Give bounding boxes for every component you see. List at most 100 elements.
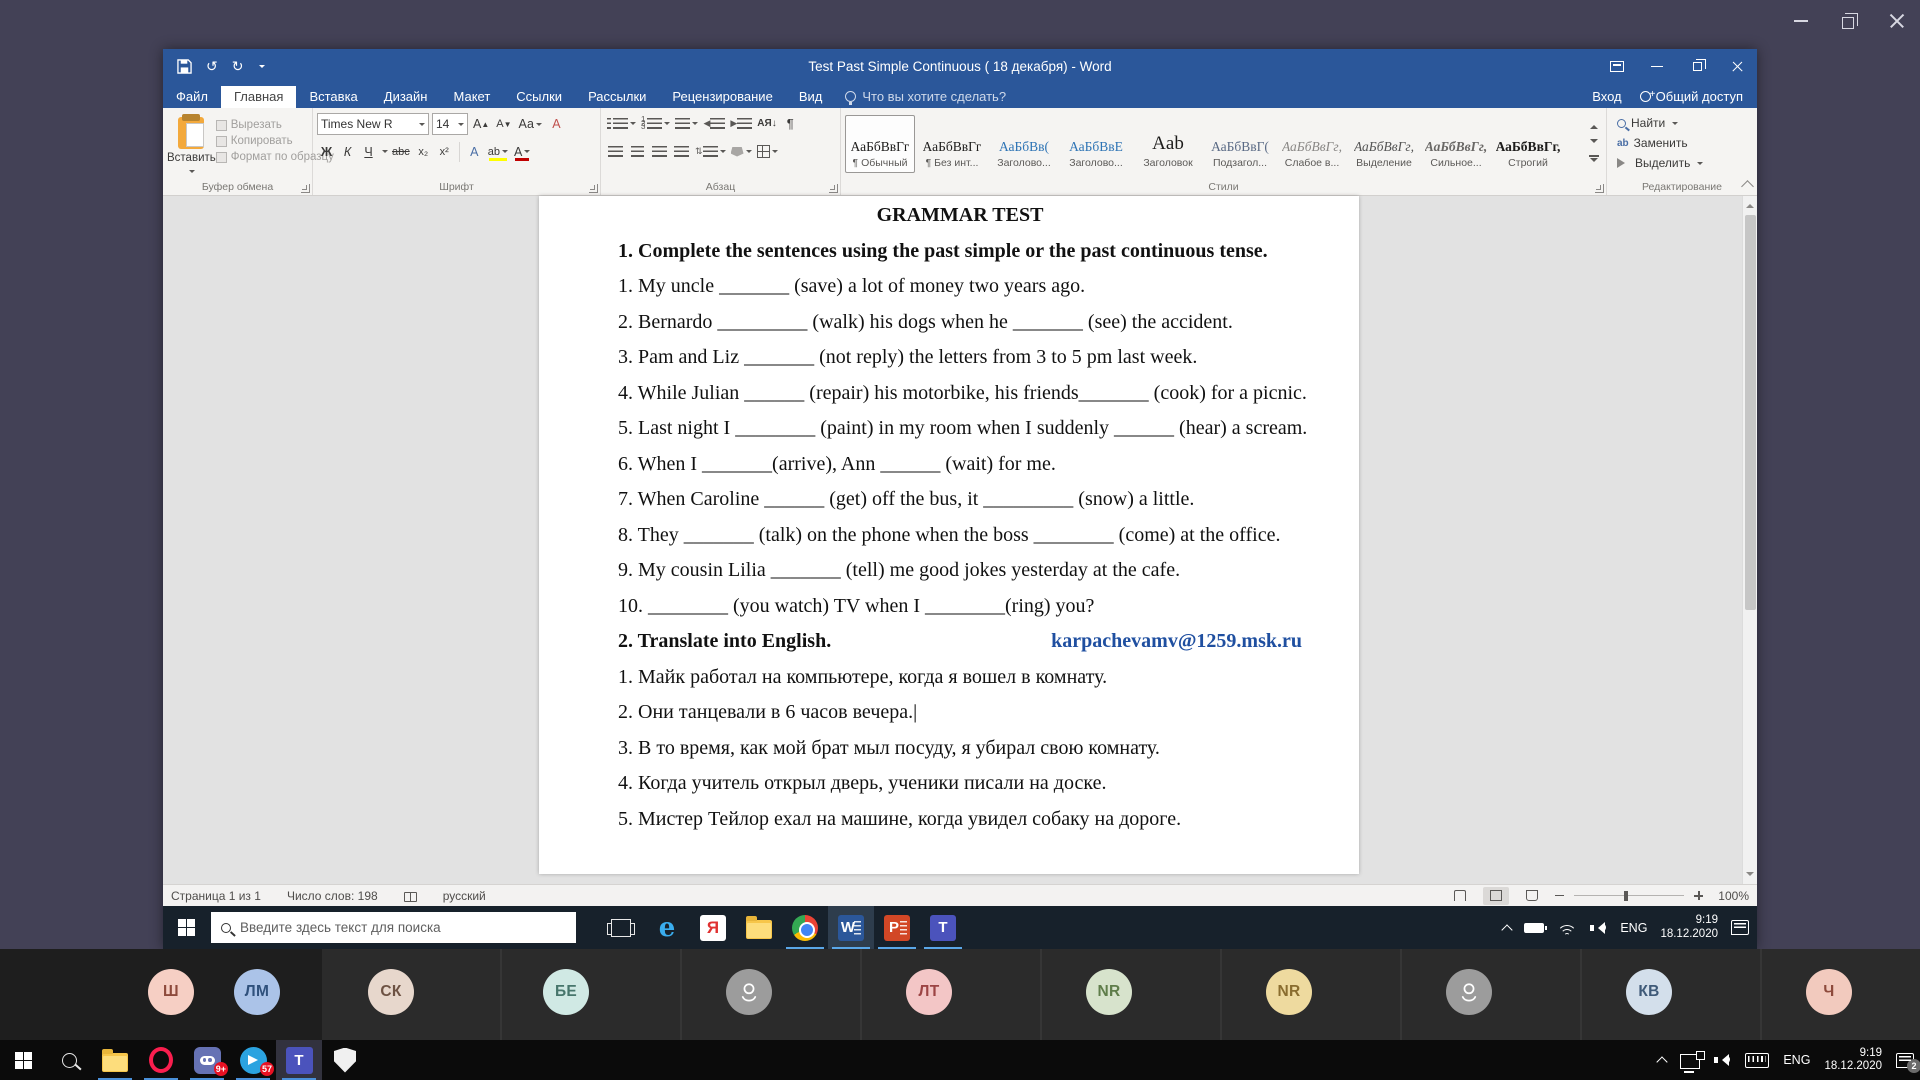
- participant[interactable]: [726, 969, 772, 1015]
- word-close-button[interactable]: [1717, 49, 1757, 84]
- defender-taskbar-button[interactable]: [322, 1040, 368, 1080]
- shared-start-button[interactable]: [163, 906, 209, 949]
- teams-taskbar-button[interactable]: T: [920, 906, 966, 949]
- notification-center-icon[interactable]: 2: [1896, 1052, 1920, 1073]
- task-view-button[interactable]: [598, 906, 644, 949]
- style-chip[interactable]: АаБбВвГг, Выделение: [1349, 115, 1419, 173]
- participant[interactable]: Ш: [148, 969, 194, 1015]
- battery-icon[interactable]: [1524, 922, 1548, 933]
- opera-taskbar-button[interactable]: [138, 1040, 184, 1080]
- undo-icon[interactable]: ↺: [206, 58, 218, 75]
- participant[interactable]: БЕ: [543, 969, 589, 1015]
- scrollbar-thumb[interactable]: [1745, 215, 1756, 610]
- font-size-combobox[interactable]: 14: [432, 113, 468, 135]
- multilevel-list-button[interactable]: [673, 113, 700, 134]
- select-button[interactable]: Выделить: [1611, 153, 1753, 173]
- style-chip[interactable]: АаБбВв( Заголово...: [989, 115, 1059, 173]
- outer-close-button[interactable]: [1884, 10, 1910, 32]
- redo-icon[interactable]: ↻: [232, 58, 244, 75]
- clear-formatting-button[interactable]: А: [547, 114, 566, 135]
- document-page[interactable]: GRAMMAR TEST 1. Complete the sentences u…: [539, 196, 1359, 874]
- sort-button[interactable]: АЯ↓: [755, 113, 778, 134]
- paste-button[interactable]: Вставить: [167, 113, 216, 177]
- ribbon-tab[interactable]: Дизайн: [371, 86, 441, 108]
- borders-button[interactable]: [755, 141, 780, 162]
- find-button[interactable]: Найти: [1611, 113, 1753, 133]
- ribbon-tab[interactable]: Макет: [440, 86, 503, 108]
- zoom-out-button[interactable]: [1555, 894, 1564, 897]
- clipboard-dialog-launcher[interactable]: [301, 184, 310, 193]
- show-marks-button[interactable]: ¶: [780, 113, 801, 134]
- keyboard-icon[interactable]: [1745, 1052, 1770, 1068]
- word-minimize-button[interactable]: [1637, 49, 1677, 84]
- line-spacing-button[interactable]: ⇅: [693, 141, 728, 162]
- outer-restore-button[interactable]: [1836, 10, 1862, 32]
- telegram-taskbar-button[interactable]: 57: [230, 1040, 276, 1080]
- participant[interactable]: NR: [1086, 969, 1132, 1015]
- bullets-button[interactable]: [605, 113, 638, 134]
- participant[interactable]: Ч: [1806, 969, 1852, 1015]
- paragraph-dialog-launcher[interactable]: [829, 184, 838, 193]
- zoom-slider[interactable]: [1574, 890, 1684, 901]
- decrease-indent-button[interactable]: ◀: [701, 113, 727, 134]
- ribbon-tab[interactable]: Файл: [163, 86, 221, 108]
- participant[interactable]: [1446, 969, 1492, 1015]
- style-chip[interactable]: АаБбВвГ( Подзагол...: [1205, 115, 1275, 173]
- italic-button[interactable]: К: [338, 141, 357, 162]
- font-name-combobox[interactable]: Times New R: [317, 113, 429, 135]
- styles-scroll-up-icon[interactable]: [1590, 121, 1598, 129]
- participant[interactable]: ЛМ: [234, 969, 280, 1015]
- style-chip[interactable]: АаБбВвЕ Заголово...: [1061, 115, 1131, 173]
- shrink-font-button[interactable]: А ▼: [494, 114, 513, 135]
- host-start-button[interactable]: [0, 1040, 46, 1080]
- edge-taskbar-button[interactable]: e: [644, 906, 690, 949]
- zoom-slider-thumb[interactable]: [1624, 890, 1628, 901]
- vertical-scrollbar[interactable]: [1742, 196, 1757, 884]
- subscript-button[interactable]: x₂: [414, 141, 433, 162]
- scroll-up-icon[interactable]: [1746, 200, 1754, 208]
- ribbon-tab[interactable]: Рецензирование: [659, 86, 785, 108]
- styles-dialog-launcher[interactable]: [1595, 184, 1604, 193]
- language-indicator[interactable]: русский: [443, 889, 486, 903]
- style-chip[interactable]: АаБбВвГг, Слабое в...: [1277, 115, 1347, 173]
- align-left-button[interactable]: [605, 141, 626, 162]
- style-chip[interactable]: АаБбВвГг, Сильное...: [1421, 115, 1491, 173]
- chevron-up-icon[interactable]: [1656, 1056, 1669, 1068]
- word-taskbar-button[interactable]: W: [828, 906, 874, 949]
- explorer-taskbar-button[interactable]: [736, 906, 782, 949]
- shading-button[interactable]: [729, 141, 754, 162]
- justify-button[interactable]: [671, 141, 692, 162]
- participant[interactable]: ЛТ: [906, 969, 952, 1015]
- save-icon[interactable]: [177, 59, 192, 74]
- host-teams-button[interactable]: T: [276, 1040, 322, 1080]
- outer-minimize-button[interactable]: [1788, 10, 1814, 32]
- chrome-taskbar-button[interactable]: [782, 906, 828, 949]
- print-layout-button[interactable]: [1483, 886, 1509, 905]
- underline-button[interactable]: Ч: [359, 141, 378, 162]
- yandex-taskbar-button[interactable]: Я: [690, 906, 736, 949]
- customize-qat-icon[interactable]: [259, 65, 266, 71]
- speaker-icon[interactable]: [1590, 921, 1607, 935]
- host-explorer-button[interactable]: [92, 1040, 138, 1080]
- clock[interactable]: 9:19 18.12.2020: [1660, 914, 1718, 941]
- participant[interactable]: СК: [368, 969, 414, 1015]
- align-center-button[interactable]: [627, 141, 648, 162]
- wifi-icon[interactable]: [1557, 921, 1578, 935]
- word-restore-button[interactable]: [1677, 49, 1717, 84]
- clock[interactable]: 9:19 18.12.2020: [1824, 1047, 1882, 1074]
- notification-center-icon[interactable]: [1731, 920, 1749, 935]
- style-chip[interactable]: АаБбВвГг, Строгий: [1493, 115, 1563, 173]
- style-chip[interactable]: Аab Заголовок: [1133, 115, 1203, 173]
- proofing-icon[interactable]: [403, 891, 417, 902]
- web-layout-button[interactable]: [1519, 887, 1545, 905]
- chevron-up-icon[interactable]: [1501, 923, 1514, 936]
- host-search-button[interactable]: [46, 1040, 92, 1080]
- bold-button[interactable]: Ж: [317, 141, 336, 162]
- participant[interactable]: NR: [1266, 969, 1312, 1015]
- ribbon-display-options-button[interactable]: [1597, 49, 1637, 84]
- ribbon-tab[interactable]: Рассылки: [575, 86, 659, 108]
- superscript-button[interactable]: x²: [435, 141, 454, 162]
- highlight-color-button[interactable]: ab: [486, 141, 510, 162]
- page-indicator[interactable]: Страница 1 из 1: [171, 889, 261, 903]
- tell-me-box[interactable]: Что вы хотите сделать?: [845, 89, 1006, 108]
